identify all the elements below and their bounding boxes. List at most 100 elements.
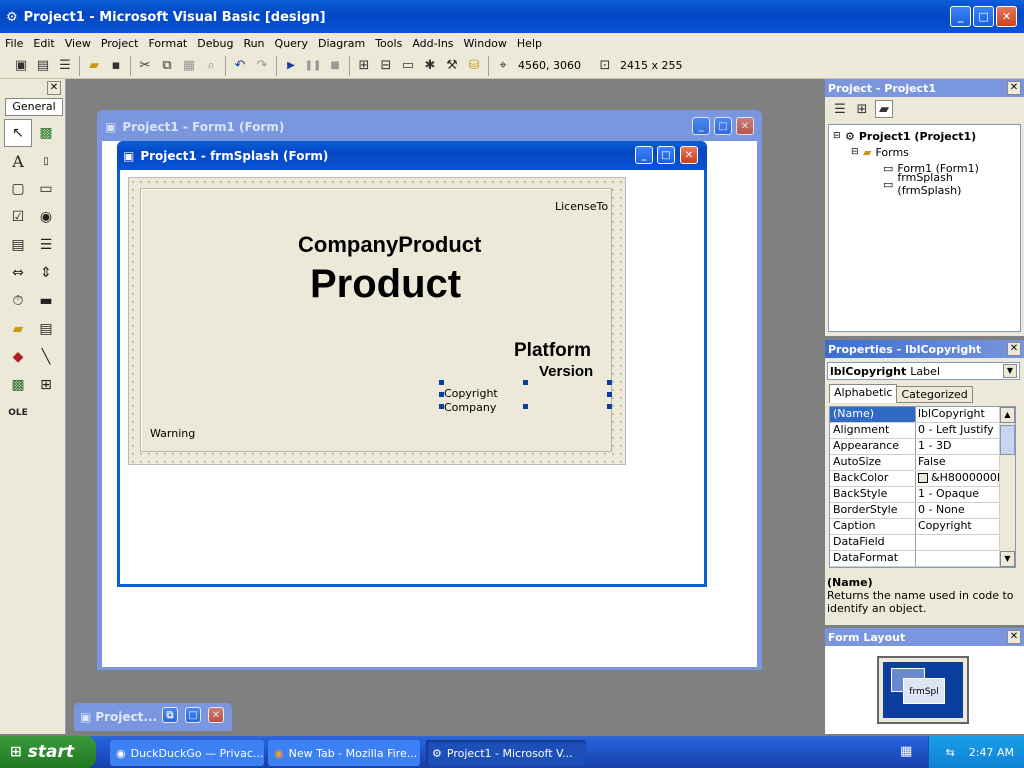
tree-item-project[interactable]: ⊟ ⚙ Project1 (Project1) [833,128,1016,144]
optionbutton-icon[interactable]: ◉ [32,203,60,231]
picturebox-icon[interactable]: ▩ [32,119,60,147]
menu-run[interactable]: Run [238,37,269,50]
tab-categorized[interactable]: Categorized [897,386,973,403]
collapse-icon[interactable]: ⊟ [833,131,845,141]
frmsplash-close-button[interactable]: ✕ [680,146,698,164]
tree-item-frmsplash[interactable]: ▭ frmSplash (frmSplash) [833,171,1016,197]
selection-handle[interactable] [439,392,444,397]
property-row[interactable]: DataFormat [830,551,1015,567]
open-folder-icon[interactable]: ▰ [83,55,105,77]
collapse-icon[interactable]: ⊟ [851,147,863,157]
tab-alphabetic[interactable]: Alphabetic [829,384,898,403]
menu-file[interactable]: File [0,37,28,50]
form-layout-close-button[interactable]: ✕ [1007,630,1021,644]
close-child-button[interactable]: ✕ [208,707,224,723]
tree-item-forms-folder[interactable]: ⊟ ▰ Forms [833,144,1016,160]
selection-handle[interactable] [523,380,528,385]
scroll-down-icon[interactable]: ▼ [1000,551,1015,567]
selection-handle[interactable] [439,404,444,409]
frmsplash-maximize-button[interactable]: □ [657,146,675,164]
product-label[interactable]: Product [310,260,461,308]
copy-icon[interactable]: ⧉ [156,55,178,77]
close-button[interactable]: ✕ [996,6,1017,27]
save-icon[interactable]: ▪ [105,55,127,77]
start-icon[interactable]: ▶ [280,55,302,77]
end-icon[interactable]: ■ [324,55,346,77]
line-icon[interactable]: ╲ [32,343,60,371]
company-label[interactable]: Company [444,401,496,414]
break-icon[interactable]: ❚❚ [302,55,324,77]
maximize-button[interactable]: □ [973,6,994,27]
ole-icon[interactable]: OLE [4,399,32,427]
menu-format[interactable]: Format [143,37,192,50]
hscrollbar-icon[interactable]: ⇔ [4,259,32,287]
undo-icon[interactable]: ↶ [229,55,251,77]
view-object-icon[interactable]: ⊞ [853,100,871,118]
property-row[interactable]: DataField [830,535,1015,551]
add-project-icon[interactable]: ▣ [10,55,32,77]
form1-maximize-button[interactable]: □ [714,117,732,135]
chevron-down-icon[interactable]: ▼ [1003,364,1017,378]
minimize-button[interactable]: _ [950,6,971,27]
find-icon[interactable]: ⌕ [200,55,222,77]
project-explorer-close-button[interactable]: ✕ [1007,81,1021,95]
splash-frame[interactable] [140,188,612,452]
paste-icon[interactable]: ▦ [178,55,200,77]
image-icon[interactable]: ▩ [4,371,32,399]
selection-handle[interactable] [607,392,612,397]
property-row[interactable]: AutoSize False [830,455,1015,471]
properties-close-button[interactable]: ✕ [1007,342,1021,356]
shape-icon[interactable]: ◆ [4,343,32,371]
cut-icon[interactable]: ✂ [134,55,156,77]
start-button[interactable]: ⊞ start [0,736,96,768]
form1-minimize-button[interactable]: _ [692,117,710,135]
vscrollbar-icon[interactable]: ⇕ [32,259,60,287]
form1-close-button[interactable]: ✕ [736,117,754,135]
toolbox-icon[interactable]: ⚒ [441,55,463,77]
properties-scrollbar[interactable]: ▲ ▼ [999,407,1015,567]
add-form-icon[interactable]: ▤ [32,55,54,77]
listbox-icon[interactable]: ☰ [32,231,60,259]
property-row[interactable]: Caption Copyright [830,519,1015,535]
toolbox-tab-general[interactable]: General [5,98,63,116]
frmsplash-minimize-button[interactable]: _ [635,146,653,164]
property-row[interactable]: Alignment 0 - Left Justify [830,423,1015,439]
network-icon[interactable]: ⇆ [946,746,955,759]
scroll-thumb[interactable] [1000,425,1015,455]
object-browser-icon[interactable]: ✱ [419,55,441,77]
keyboard-icon[interactable]: ▦ [900,744,912,759]
menu-editor-icon[interactable]: ☰ [54,55,76,77]
company-product-label[interactable]: CompanyProduct [298,232,481,258]
label-icon[interactable]: A [4,147,32,175]
menu-edit[interactable]: Edit [28,37,59,50]
property-row[interactable]: Appearance 1 - 3D [830,439,1015,455]
data-icon[interactable]: ⊞ [32,371,60,399]
toggle-folders-icon[interactable]: ▰ [875,100,893,118]
menu-window[interactable]: Window [459,37,512,50]
property-row[interactable]: BorderStyle 0 - None [830,503,1015,519]
menu-debug[interactable]: Debug [192,37,238,50]
copyright-label[interactable]: Copyright [444,387,498,400]
toolbox-close-button[interactable]: ✕ [47,81,61,95]
pointer-icon[interactable]: ↖ [4,119,32,147]
scroll-up-icon[interactable]: ▲ [1000,407,1015,423]
restore-button[interactable]: ⧉ [162,707,178,723]
menu-add-ins[interactable]: Add-Ins [407,37,458,50]
selection-handle[interactable] [523,404,528,409]
taskbar-item-visual-basic[interactable]: ⚙ Project1 - Microsoft V... [426,740,586,766]
properties-window-icon[interactable]: ⊟ [375,55,397,77]
menu-query[interactable]: Query [270,37,313,50]
checkbox-icon[interactable]: ☑ [4,203,32,231]
project-explorer-icon[interactable]: ⊞ [353,55,375,77]
menu-tools[interactable]: Tools [370,37,407,50]
drivelistbox-icon[interactable]: ▬ [32,287,60,315]
selection-handle[interactable] [607,380,612,385]
data-view-icon[interactable]: ⛁ [463,55,485,77]
filelistbox-icon[interactable]: ▤ [32,315,60,343]
menu-project[interactable]: Project [96,37,144,50]
menu-diagram[interactable]: Diagram [313,37,370,50]
property-row[interactable]: (Name) lblCopyright [830,407,1015,423]
selection-handle[interactable] [607,404,612,409]
platform-label[interactable]: Platform [514,340,591,362]
version-label[interactable]: Version [539,363,593,380]
